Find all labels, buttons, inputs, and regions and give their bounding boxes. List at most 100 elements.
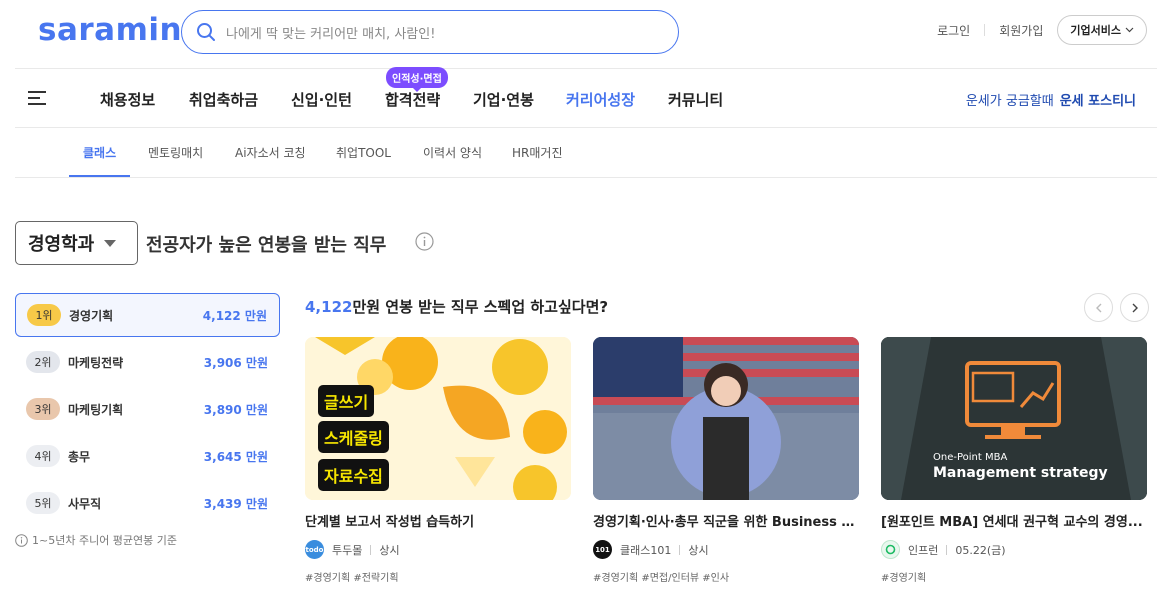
gnb-item-career[interactable]: 커리어성장	[566, 89, 635, 110]
tab-ai-coaching[interactable]: Ai자소서 코칭	[235, 144, 306, 161]
thumb-tag: 스케줄링	[318, 421, 389, 453]
card-thumbnail[interactable]: One-Point MBA Management strategy	[881, 337, 1147, 500]
caret-down-icon	[104, 239, 117, 247]
rank-item[interactable]: 2위 마케팅전략 3,906 만원	[15, 340, 280, 384]
search-input[interactable]: 나에게 딱 맞는 커리어만 매치, 사람인!	[181, 10, 679, 54]
salary-note-text: 1~5년차 주니어 평균연봉 기준	[32, 534, 178, 547]
rank-badge: 2위	[26, 351, 60, 373]
gnb-item-bonus[interactable]: 취업축하금	[189, 89, 258, 110]
rank-item[interactable]: 1위 경영기획 4,122 만원	[15, 293, 280, 337]
provider-logo: 101	[593, 540, 612, 559]
card-tags: #경영기획	[881, 573, 927, 584]
gnb-item-strategy[interactable]: 합격전략	[385, 89, 440, 110]
promo-text: 만원 연봉 받는 직무 스펙업 하고싶다면?	[352, 298, 609, 316]
arrow-left-icon	[1095, 303, 1101, 312]
rank-salary: 4,122 만원	[202, 308, 267, 323]
rank-badge: 3위	[26, 398, 60, 420]
divider	[679, 544, 681, 555]
inflearn-icon	[885, 544, 896, 555]
gnb-item-company[interactable]: 기업·연봉	[473, 89, 534, 110]
section-title: 전공자가 높은 연봉을 받는 직무	[146, 235, 387, 256]
card-title[interactable]: 경영기획·인사·총무 직군을 위한 Business I...	[593, 511, 855, 530]
fortune-text: 운세가 궁금할때	[965, 94, 1054, 109]
info-icon	[15, 533, 28, 547]
promo-highlight: 4,122	[305, 298, 353, 316]
rank-salary: 3,645 만원	[203, 449, 268, 464]
fortune-banner[interactable]: 운세가 궁금할때 운세 포스티니	[966, 90, 1136, 109]
card-meta: 인프런 05.22(금)	[881, 540, 1147, 559]
arrow-right-icon	[1132, 303, 1138, 312]
major-value: 경영학과	[28, 234, 95, 255]
class-card[interactable]: One-Point MBA Management strategy [원포인트 …	[881, 337, 1147, 584]
signup-link[interactable]: 회원가입	[999, 22, 1043, 39]
corp-service-button[interactable]: 기업서비스	[1057, 15, 1147, 45]
card-title[interactable]: [원포인트 MBA] 연세대 권구혁 교수의 경영...	[881, 511, 1143, 530]
header-utility: 로그인 회원가입 기업서비스	[937, 15, 1147, 45]
card-period: 상시	[379, 543, 400, 557]
tab-job-tool[interactable]: 취업TOOL	[336, 144, 391, 161]
tab-mentoring[interactable]: 멘토링매치	[148, 144, 203, 161]
rank-salary: 3,890 만원	[203, 402, 268, 417]
thumb-subtitle: One-Point MBA	[933, 452, 1008, 463]
card-tags: #경영기획 #전략기획	[305, 573, 399, 584]
class-card[interactable]: 글쓰기 스케줄링 자료수집 단계별 보고서 작성법 습득하기 todo 투두몰 …	[305, 337, 571, 584]
rank-badge: 5위	[26, 492, 60, 514]
chevron-down-icon	[1125, 27, 1134, 33]
login-link[interactable]: 로그인	[937, 22, 970, 39]
card-provider: 투두몰	[332, 543, 363, 557]
rank-job-name: 마케팅전략	[68, 355, 124, 370]
corp-service-label: 기업서비스	[1070, 24, 1121, 37]
hamburger-icon[interactable]	[28, 91, 46, 105]
rank-item[interactable]: 5위 사무직 3,439 만원	[15, 481, 280, 525]
rank-badge: 1위	[27, 304, 61, 326]
card-thumbnail[interactable]	[593, 337, 859, 500]
card-illustration	[593, 337, 859, 500]
thumb-tag: 자료수집	[318, 459, 389, 491]
active-tab-underline	[69, 175, 130, 177]
gnb-item-jobs[interactable]: 채용정보	[100, 89, 155, 110]
fortune-link: 운세 포스티니	[1059, 94, 1136, 109]
card-tags: #경영기획 #면접/인터뷰 #인사	[593, 573, 730, 584]
rank-item[interactable]: 3위 마케팅기획 3,890 만원	[15, 387, 280, 431]
search-icon[interactable]	[196, 22, 216, 42]
card-period: 05.22(금)	[955, 543, 1006, 557]
provider-logo: todo	[305, 540, 324, 559]
card-thumbnail[interactable]: 글쓰기 스케줄링 자료수집	[305, 337, 571, 500]
tab-class[interactable]: 클래스	[83, 144, 116, 161]
divider	[984, 24, 986, 36]
tab-resume-form[interactable]: 이력서 양식	[423, 144, 482, 161]
rank-job-name: 총무	[68, 449, 91, 464]
salary-note: 1~5년차 주니어 평균연봉 기준	[15, 532, 177, 548]
rank-list: 1위 경영기획 4,122 만원 2위 마케팅전략 3,906 만원 3위 마케…	[15, 293, 280, 528]
next-button[interactable]	[1120, 293, 1149, 322]
divider	[946, 544, 948, 555]
gnb-item-intern[interactable]: 신입·인턴	[291, 89, 352, 110]
info-icon[interactable]	[415, 232, 434, 251]
card-period: 상시	[688, 543, 709, 557]
rank-salary: 3,906 만원	[203, 355, 268, 370]
rank-job-name: 사무직	[68, 496, 102, 511]
gnb-badge: 인적성·면접	[386, 67, 448, 92]
card-provider: 클래스101	[620, 543, 672, 557]
gnb-item-community[interactable]: 커뮤니티	[668, 89, 723, 110]
search-placeholder: 나에게 딱 맞는 커리어만 매치, 사람인!	[226, 26, 436, 42]
divider	[370, 544, 372, 555]
global-nav: 채용정보 취업축하금 신입·인턴 합격전략 인적성·면접 기업·연봉 커리어성장…	[15, 67, 1157, 127]
thumb-title: Management strategy	[933, 465, 1108, 481]
card-provider: 인프런	[908, 543, 939, 557]
class-card[interactable]: 경영기획·인사·총무 직군을 위한 Business I... 101 클래스1…	[593, 337, 859, 584]
rank-salary: 3,439 만원	[203, 496, 268, 511]
prev-button[interactable]	[1084, 293, 1113, 322]
card-meta: todo 투두몰 상시	[305, 540, 571, 559]
card-meta: 101 클래스101 상시	[593, 540, 859, 559]
card-title[interactable]: 단계별 보고서 작성법 습득하기	[305, 511, 567, 530]
saramin-logo[interactable]: saramin	[38, 12, 182, 48]
rank-job-name: 마케팅기획	[68, 402, 124, 417]
rank-item[interactable]: 4위 총무 3,645 만원	[15, 434, 280, 478]
major-select[interactable]: 경영학과	[15, 221, 138, 265]
thumb-tag: 글쓰기	[318, 385, 375, 417]
sub-nav: 클래스 멘토링매치 Ai자소서 코칭 취업TOOL 이력서 양식 HR매거진	[15, 128, 1157, 178]
rank-badge: 4위	[26, 445, 60, 467]
promo-title: 4,122만원 연봉 받는 직무 스펙업 하고싶다면?	[305, 296, 608, 317]
tab-hr-magazine[interactable]: HR매거진	[512, 144, 562, 161]
